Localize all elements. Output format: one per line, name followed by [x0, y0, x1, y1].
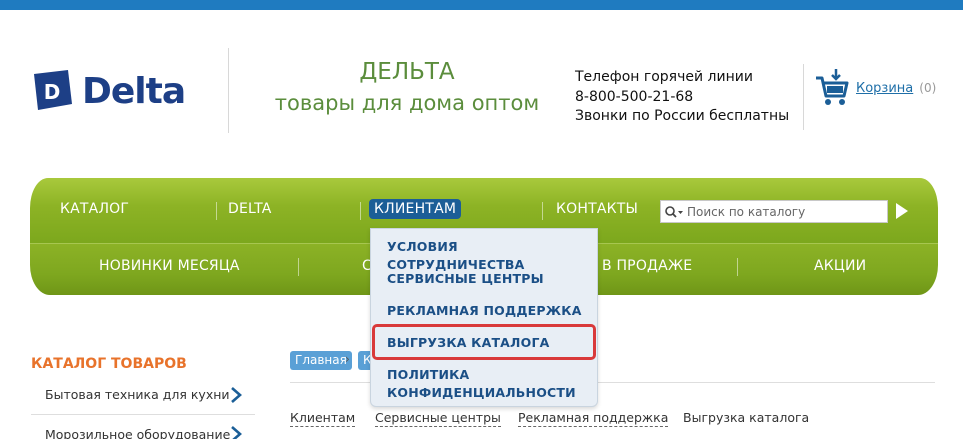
- nav-on-sale[interactable]: В ПРОДАЖЕ: [602, 258, 692, 274]
- nav-delta[interactable]: DELTA: [228, 201, 272, 217]
- sidebar-item-freezers[interactable]: Морозильное оборудование: [45, 427, 230, 439]
- header-divider: [228, 48, 229, 133]
- nav-separator: [737, 258, 738, 276]
- subnav-service-centers[interactable]: Сервисные центры: [375, 410, 501, 427]
- search-submit-icon[interactable]: [894, 201, 910, 221]
- nav-separator: [216, 202, 217, 220]
- slogan-title: ДЕЛЬТА: [359, 59, 455, 85]
- delta-logo-icon: D: [28, 68, 74, 114]
- search-input[interactable]: [687, 201, 882, 222]
- breadcrumb-home[interactable]: Главная: [290, 351, 352, 370]
- hotline-block: Телефон горячей линии 8-800-500-21-68 Зв…: [575, 68, 789, 127]
- subnav-clients[interactable]: Клиентам: [290, 410, 356, 427]
- sidebar-title: КАТАЛОГ ТОВАРОВ: [31, 356, 187, 372]
- header-divider-2: [803, 64, 804, 130]
- subnav-catalog-export: Выгрузка каталога: [683, 410, 810, 425]
- chevron-right-icon[interactable]: [230, 425, 242, 439]
- nav-separator: [360, 202, 361, 220]
- search-icon[interactable]: [661, 201, 687, 222]
- dropdown-item-terms[interactable]: УСЛОВИЯ СОТРУДНИЧЕСТВА: [387, 238, 597, 274]
- hotline-note: Звонки по России бесплатны: [575, 108, 790, 124]
- logo-mark-letter: D: [44, 80, 61, 104]
- top-accent-bar: [0, 0, 963, 10]
- dropdown-item-privacy-line2[interactable]: КОНФИДЕНЦИАЛЬНОСТИ: [387, 384, 576, 402]
- subnav-ad-support[interactable]: Рекламная поддержка: [518, 410, 669, 427]
- breadcrumb-separator: ›: [345, 352, 350, 366]
- sidebar-divider: [31, 414, 255, 415]
- dropdown-item-service-centers[interactable]: СЕРВИСНЫЕ ЦЕНТРЫ: [387, 270, 544, 288]
- slogan-subtitle: товары для дома оптом: [274, 91, 540, 115]
- nav-new-arrivals[interactable]: НОВИНКИ МЕСЯЦА: [99, 258, 240, 274]
- highlight-box: [372, 324, 596, 360]
- nav-contacts[interactable]: КОНТАКТЫ: [556, 201, 638, 217]
- hotline-phone[interactable]: 8-800-500-21-68: [575, 88, 789, 108]
- nav-separator: [298, 258, 299, 276]
- hotline-label: Телефон горячей линии: [575, 69, 753, 85]
- logo-text: Delta: [82, 70, 186, 112]
- cart[interactable]: Корзина (0): [814, 68, 936, 108]
- nav-clients[interactable]: КЛИЕНТАМ: [369, 199, 462, 219]
- chevron-right-icon[interactable]: [230, 386, 242, 404]
- cart-count: (0): [919, 81, 937, 95]
- slogan: ДЕЛЬТА товары для дома оптом: [262, 58, 552, 120]
- cart-icon[interactable]: [814, 68, 850, 108]
- dropdown-item-privacy-line1[interactable]: ПОЛИТИКА: [387, 366, 469, 384]
- logo[interactable]: D Delta: [28, 68, 186, 114]
- nav-catalog[interactable]: КАТАЛОГ: [60, 201, 129, 217]
- cart-link[interactable]: Корзина: [856, 81, 913, 96]
- clients-dropdown-menu: УСЛОВИЯ СОТРУДНИЧЕСТВА СЕРВИСНЫЕ ЦЕНТРЫ …: [370, 228, 598, 407]
- sidebar-item-kitchen[interactable]: Бытовая техника для кухни: [45, 387, 230, 402]
- dropdown-item-ad-support[interactable]: РЕКЛАМНАЯ ПОДДЕРЖКА: [387, 302, 582, 320]
- nav-separator: [542, 202, 543, 220]
- search-box[interactable]: [660, 200, 888, 223]
- nav-promotions[interactable]: АКЦИИ: [814, 258, 866, 274]
